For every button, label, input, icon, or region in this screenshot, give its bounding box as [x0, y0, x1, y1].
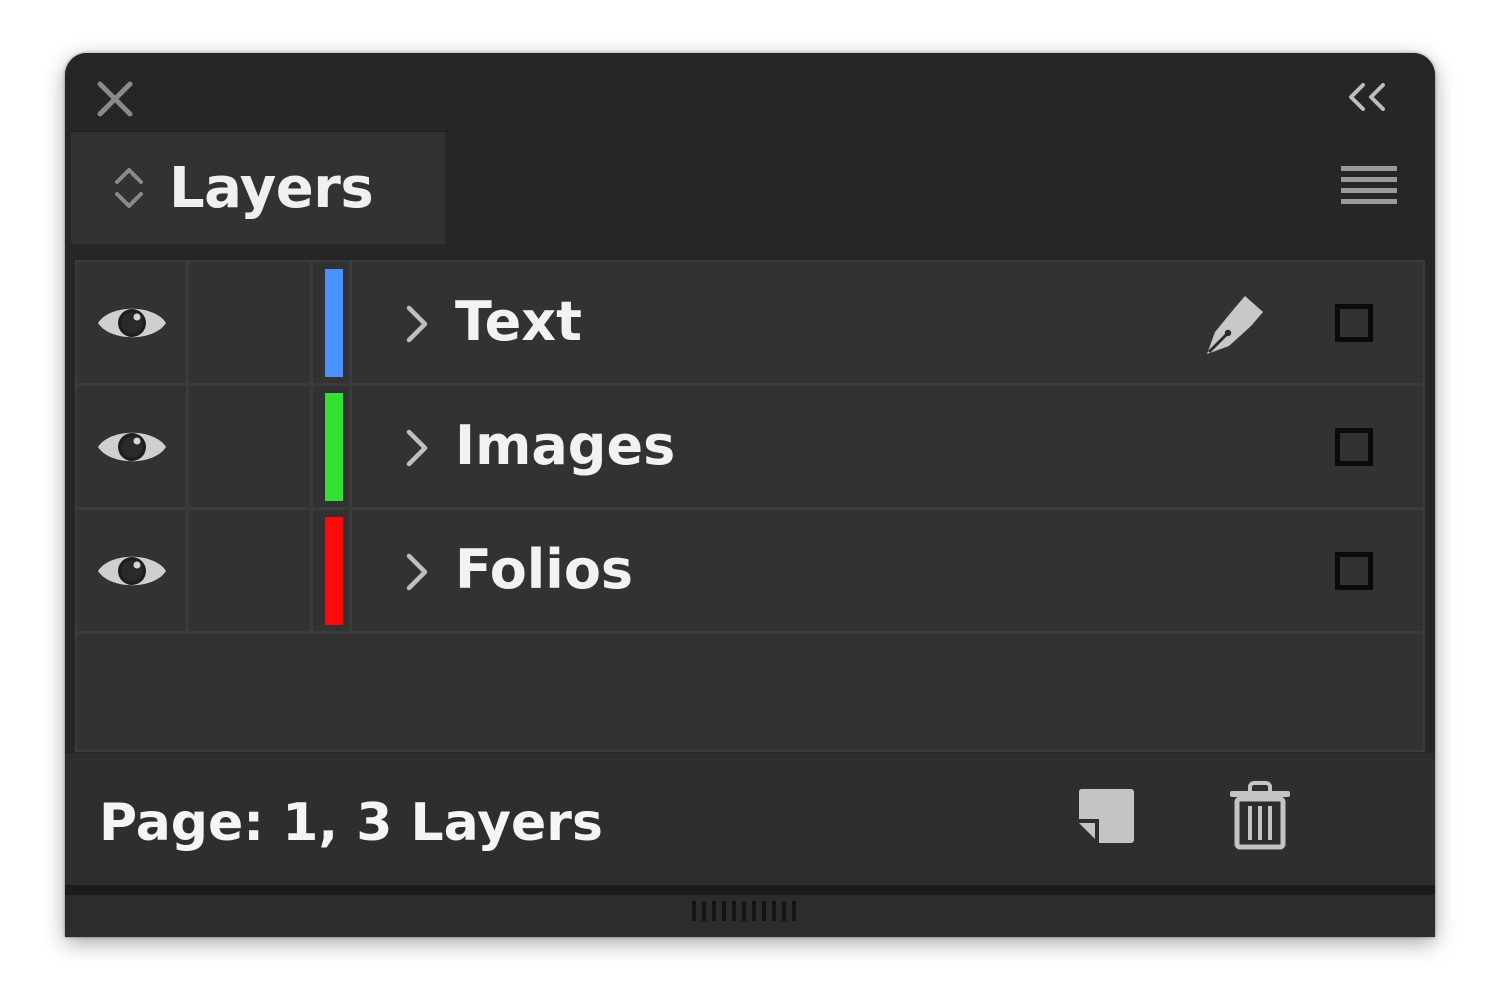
chevron-right-icon[interactable] [401, 550, 431, 594]
chevron-right-icon[interactable] [401, 302, 431, 346]
layer-row[interactable]: Images [77, 386, 1423, 510]
trash-icon[interactable] [1228, 779, 1292, 851]
chevron-right-icon[interactable] [401, 426, 431, 470]
status-text: Page: 1, 3 Layers [99, 793, 603, 853]
column-divider [349, 510, 352, 631]
new-layer-icon[interactable] [1075, 785, 1137, 847]
layers-panel: Layers Text Images Folios Page: 1, 3 Lay… [65, 53, 1435, 937]
lock-toggle[interactable] [189, 386, 313, 507]
pen-nib-icon [1207, 296, 1263, 354]
visibility-toggle[interactable] [77, 262, 189, 383]
footer-divider [65, 885, 1435, 895]
tab-row: Layers [71, 131, 1429, 244]
panel-footer: Page: 1, 3 Layers [65, 753, 1435, 885]
hamburger-menu-icon[interactable] [1339, 162, 1399, 208]
selection-target[interactable] [1335, 428, 1373, 466]
column-divider [349, 386, 352, 507]
close-icon[interactable] [95, 79, 135, 119]
lock-toggle[interactable] [189, 262, 313, 383]
visibility-toggle[interactable] [77, 510, 189, 631]
tab-label: Layers [169, 155, 374, 221]
layer-color-swatch [325, 393, 343, 501]
visibility-toggle[interactable] [77, 386, 189, 507]
layer-row[interactable]: Folios [77, 510, 1423, 634]
panel-titlebar[interactable] [65, 53, 1435, 131]
up-down-chevron-icon [115, 168, 143, 208]
eye-icon [97, 556, 166, 585]
lock-toggle[interactable] [189, 510, 313, 631]
layer-name[interactable]: Text [455, 290, 582, 354]
eye-icon [97, 308, 166, 337]
layer-color-swatch [325, 517, 343, 625]
resize-grip-icon[interactable] [690, 899, 802, 923]
layer-color-swatch [325, 269, 343, 377]
layer-name[interactable]: Folios [455, 538, 633, 602]
layer-name[interactable]: Images [455, 414, 675, 478]
resize-strip [65, 895, 1435, 937]
selection-target[interactable] [1335, 552, 1373, 590]
column-divider [349, 262, 352, 383]
eye-icon [97, 432, 166, 461]
double-chevron-left-icon[interactable] [1345, 79, 1389, 115]
selection-target[interactable] [1335, 304, 1373, 342]
layer-row[interactable]: Text [77, 262, 1423, 386]
tab-layers[interactable]: Layers [71, 132, 445, 244]
layers-list: Text Images Folios [75, 260, 1425, 752]
